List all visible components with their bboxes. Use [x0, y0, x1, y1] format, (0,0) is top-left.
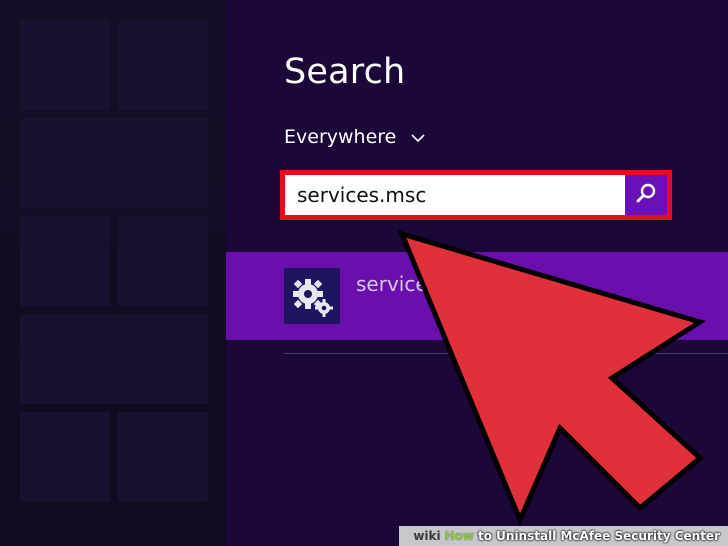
results-divider: [284, 353, 728, 354]
search-box: [280, 170, 672, 220]
background-tile: [20, 118, 208, 208]
background-tile: [118, 20, 208, 110]
background-tile: [118, 412, 208, 502]
chevron-down-icon: [410, 129, 426, 145]
background-tile: [20, 412, 110, 502]
background-tile: [20, 314, 208, 404]
watermark-title: to Uninstall McAfee Security Center: [478, 529, 720, 543]
search-result-item[interactable]: services: [226, 252, 728, 340]
gears-icon: [284, 268, 340, 324]
background-tile: [118, 216, 208, 306]
search-button[interactable]: [625, 175, 667, 215]
watermark-how: How: [444, 529, 474, 543]
watermark-wiki: wiki: [413, 529, 441, 543]
background-tile: [20, 216, 110, 306]
search-input[interactable]: [285, 175, 625, 215]
search-scope-label: Everywhere: [284, 126, 397, 148]
search-charm-pane: Search Everywhere services.msc services: [226, 0, 728, 546]
search-pane-title: Search: [284, 52, 406, 92]
search-result-label: services: [356, 272, 439, 296]
start-screen-background: [0, 0, 226, 546]
search-scope-dropdown[interactable]: Everywhere: [284, 126, 426, 148]
background-tile: [20, 20, 110, 110]
wikihow-watermark: wiki How to Uninstall McAfee Security Ce…: [399, 526, 728, 546]
search-icon: [634, 181, 658, 209]
